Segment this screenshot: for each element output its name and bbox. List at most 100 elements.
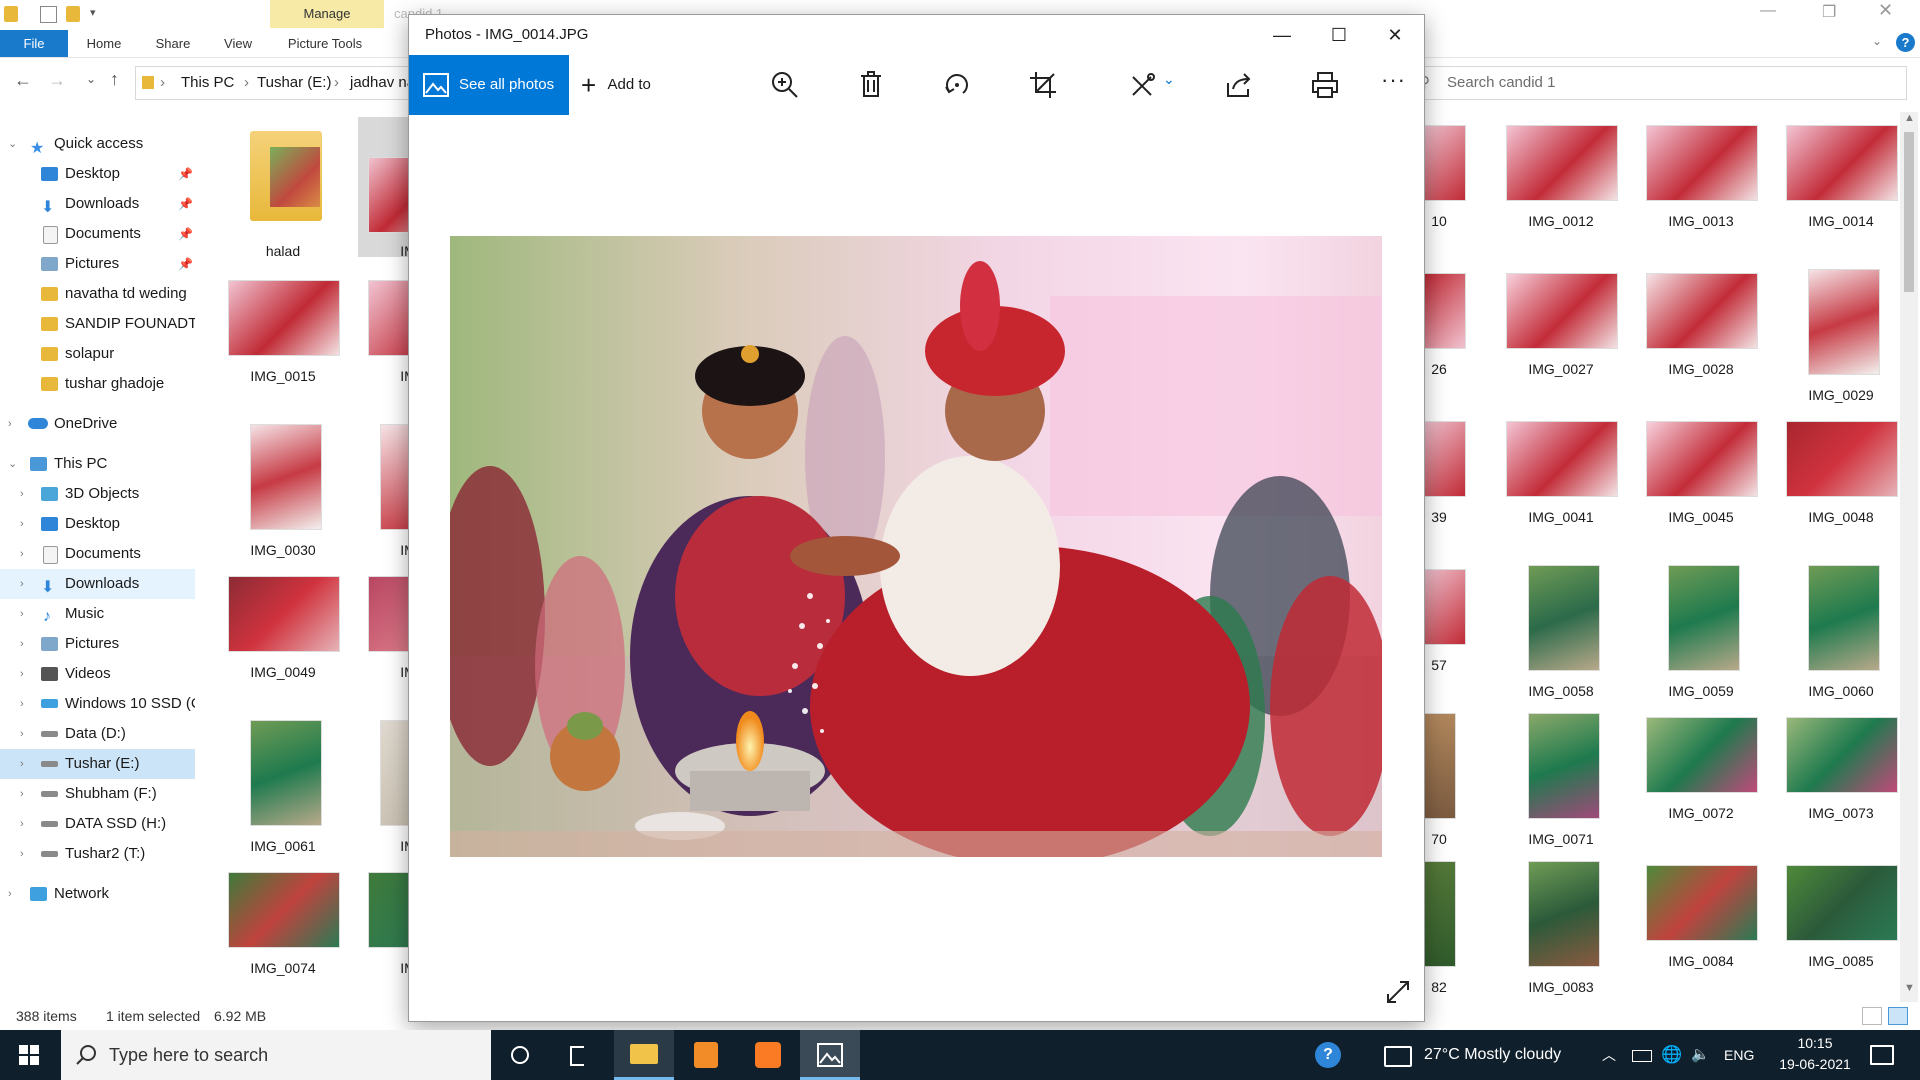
image-tile[interactable]: IMG_0012 (1496, 117, 1626, 257)
photos-close-button[interactable]: ✕ (1367, 15, 1423, 55)
image-tile[interactable]: IMG_0028 (1636, 265, 1766, 405)
fullscreen-expand-icon[interactable] (1385, 979, 1411, 1005)
language-indicator[interactable]: ENG (1724, 1030, 1754, 1080)
chevron-right-icon[interactable]: › (20, 809, 32, 839)
tab-file[interactable]: File (0, 30, 68, 57)
nav-quick-desktop[interactable]: Desktop 📌 (0, 159, 195, 189)
chevron-right-icon[interactable]: › (20, 569, 32, 599)
image-tile[interactable]: IMG_0014 (1776, 117, 1906, 257)
image-tile[interactable]: IMG_0013 (1636, 117, 1766, 257)
image-tile[interactable]: IMG_0049 (218, 568, 348, 708)
chevron-right-icon[interactable]: › (20, 719, 32, 749)
nav-drive-h[interactable]: › DATA SSD (H:) (0, 809, 195, 839)
edit-create-icon[interactable] (1127, 69, 1159, 101)
chevron-right-icon[interactable]: › (20, 479, 32, 509)
customize-toolbar-icon[interactable]: ▾ (90, 6, 96, 19)
image-tile[interactable]: IMG_0059 (1636, 561, 1766, 701)
image-tile[interactable]: IMG_0060 (1776, 561, 1906, 701)
image-tile[interactable]: IMG_0048 (1776, 413, 1906, 553)
photos-maximize-button[interactable]: ☐ (1311, 15, 1367, 55)
explorer-search-input[interactable]: ⚲ Search candid 1 (1410, 66, 1907, 100)
rotate-icon[interactable] (941, 69, 973, 101)
chevron-right-icon[interactable]: › (20, 689, 32, 719)
image-tile[interactable]: IMG_0041 (1496, 413, 1626, 553)
breadcrumb-jadhav[interactable]: jadhav na (350, 67, 415, 99)
add-to-button[interactable]: + Add to (581, 55, 651, 115)
chevron-right-icon[interactable]: › (20, 599, 32, 629)
windows-start-icon[interactable] (19, 1045, 39, 1065)
image-tile[interactable]: IMG_0030 (218, 420, 348, 560)
see-all-photos-button[interactable]: See all photos (409, 55, 569, 115)
nav-drive-e[interactable]: › Tushar (E:) (0, 749, 195, 779)
chevron-up-icon[interactable]: ︿ (1602, 1030, 1616, 1080)
chevron-down-icon[interactable]: ⌄ (8, 129, 20, 159)
chevron-down-icon[interactable]: ⌄ (8, 449, 20, 479)
address-breadcrumb[interactable]: › This PC › Tushar (E:) › jadhav na (135, 66, 427, 100)
recent-locations-icon[interactable]: ⌄ (86, 72, 96, 86)
explorer-minimize-button[interactable]: — (1760, 2, 1776, 20)
properties-icon[interactable] (40, 6, 57, 23)
clock[interactable]: 10:15 19-06-2021 (1770, 1033, 1860, 1075)
image-tile[interactable]: IMG_0027 (1496, 265, 1626, 405)
new-folder-icon[interactable] (66, 6, 80, 22)
up-arrow-icon[interactable]: ↑ (110, 69, 119, 90)
breadcrumb-this-pc[interactable]: This PC (181, 67, 234, 99)
nav-documents[interactable]: › Documents (0, 539, 195, 569)
image-tile[interactable]: IMG_0084 (1636, 857, 1766, 997)
breadcrumb-tushar-e[interactable]: Tushar (E:) (257, 67, 331, 99)
chevron-down-icon[interactable]: ⌄ (1163, 71, 1175, 88)
image-tile[interactable]: IMG_0083 (1496, 857, 1626, 997)
volume-icon[interactable]: 🔈 (1691, 1030, 1710, 1080)
chevron-right-icon[interactable]: › (8, 879, 20, 909)
crop-icon[interactable] (1027, 69, 1059, 101)
explorer-restore-button[interactable]: ❐ (1822, 2, 1836, 22)
manage-context-tab[interactable]: Manage (270, 0, 384, 28)
help-icon[interactable]: ? (1896, 33, 1915, 52)
print-icon[interactable] (1309, 69, 1341, 101)
ribbon-expand-icon[interactable]: ⌄ (1872, 34, 1882, 48)
photos-minimize-button[interactable]: — (1254, 15, 1310, 55)
back-arrow-icon[interactable]: ← (14, 70, 32, 91)
tab-share[interactable]: Share (148, 30, 198, 57)
image-tile[interactable]: IMG_0073 (1776, 709, 1906, 849)
chevron-right-icon[interactable]: › (20, 629, 32, 659)
nav-folder-tushar-ghadoje[interactable]: tushar ghadoje (0, 369, 195, 399)
scroll-up-arrow-icon[interactable]: ▲ (1904, 112, 1915, 124)
taskbar-search-box[interactable]: Type here to search (61, 1030, 491, 1080)
tab-picture-tools[interactable]: Picture Tools (280, 30, 370, 57)
large-icons-view-icon[interactable] (1888, 1007, 1908, 1025)
notification-center-icon[interactable] (1870, 1045, 1894, 1065)
nav-drive-f[interactable]: › Shubham (F:) (0, 779, 195, 809)
chevron-right-icon[interactable]: › (20, 749, 32, 779)
nav-network[interactable]: › Network (0, 879, 195, 909)
nav-onedrive[interactable]: › OneDrive (0, 409, 195, 439)
share-icon[interactable] (1223, 69, 1255, 101)
nav-quick-downloads[interactable]: ⬇ Downloads 📌 (0, 189, 195, 219)
scrollbar-thumb[interactable] (1904, 132, 1914, 292)
scroll-down-arrow-icon[interactable]: ▼ (1904, 982, 1915, 994)
forward-arrow-icon[interactable]: → (48, 70, 66, 91)
image-tile[interactable]: IMG_0058 (1496, 561, 1626, 701)
nav-downloads[interactable]: › ⬇ Downloads (0, 569, 195, 599)
image-tile[interactable]: IMG_0074 (218, 864, 348, 1004)
image-tile[interactable]: IMG_0085 (1776, 857, 1906, 997)
chevron-right-icon[interactable]: › (20, 779, 32, 809)
nav-drive-c[interactable]: › Windows 10 SSD (C (0, 689, 195, 719)
nav-drive-t[interactable]: › Tushar2 (T:) (0, 839, 195, 869)
vertical-scrollbar[interactable]: ▲ ▼ (1900, 112, 1918, 1002)
chevron-right-icon[interactable]: › (20, 839, 32, 869)
chevron-right-icon[interactable]: › (20, 539, 32, 569)
nav-this-pc[interactable]: ⌄ This PC (0, 449, 195, 479)
chevron-right-icon[interactable]: › (8, 409, 20, 439)
cortana-button[interactable] (490, 1030, 550, 1080)
network-globe-icon[interactable]: 🌐 (1661, 1030, 1682, 1080)
taskbar-app-sublime[interactable] (676, 1030, 736, 1080)
nav-videos[interactable]: › Videos (0, 659, 195, 689)
details-view-icon[interactable] (1862, 1007, 1882, 1025)
image-tile[interactable]: IMG_0029 (1776, 265, 1906, 405)
nav-3d-objects[interactable]: › 3D Objects (0, 479, 195, 509)
nav-pictures[interactable]: › Pictures (0, 629, 195, 659)
task-view-button[interactable] (550, 1030, 610, 1080)
taskbar-app-photos[interactable] (800, 1030, 860, 1080)
image-tile[interactable]: IMG_0015 (218, 272, 348, 412)
